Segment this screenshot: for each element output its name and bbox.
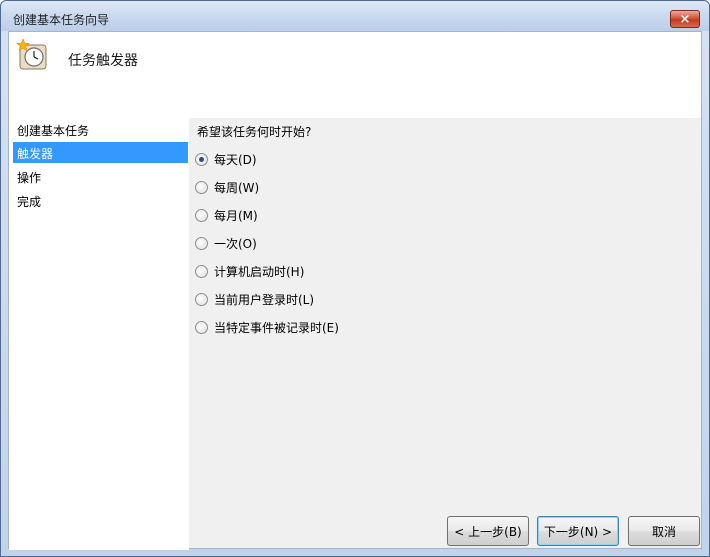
radio-button-icon[interactable]	[195, 180, 208, 194]
radio-once[interactable]: 一次(O)	[195, 234, 257, 252]
window-title: 创建基本任务向导	[13, 13, 110, 27]
wizard-header: 任务触发器	[9, 32, 701, 118]
nav-item-action[interactable]: 操作	[13, 166, 188, 187]
clock-icon	[16, 38, 47, 70]
radio-label[interactable]: 每天(D)	[214, 151, 257, 168]
radio-label[interactable]: 一次(O)	[214, 235, 257, 252]
radio-button-icon[interactable]	[195, 236, 208, 250]
nav-item-create-basic-task[interactable]: 创建基本任务	[13, 119, 188, 140]
radio-button-icon[interactable]	[195, 264, 208, 278]
radio-weekly[interactable]: 每周(W)	[195, 178, 259, 196]
cancel-button[interactable]: 取消	[628, 516, 700, 546]
title-bar[interactable]: 创建基本任务向导 ×	[1, 1, 709, 31]
radio-at-startup[interactable]: 计算机启动时(H)	[195, 262, 304, 280]
back-button[interactable]: < 上一步(B)	[447, 516, 529, 546]
next-button[interactable]: 下一步(N) >	[537, 516, 619, 546]
radio-label[interactable]: 计算机启动时(H)	[214, 263, 304, 280]
wizard-client: 任务触发器 创建基本任务 触发器 操作 完成 希望该任务何时开始? 每天(D) …	[8, 31, 702, 550]
close-button[interactable]: ×	[670, 10, 700, 28]
radio-label[interactable]: 当前用户登录时(L)	[214, 291, 314, 308]
radio-button-icon[interactable]	[195, 320, 208, 334]
trigger-content: 希望该任务何时开始? 每天(D) 每周(W) 每月(M) 一次(O) 计算机启动…	[189, 118, 701, 550]
nav-item-trigger[interactable]: 触发器	[13, 142, 188, 163]
radio-button-icon[interactable]	[195, 152, 208, 166]
radio-on-event[interactable]: 当特定事件被记录时(E)	[195, 318, 339, 336]
radio-button-icon[interactable]	[195, 292, 208, 306]
radio-daily[interactable]: 每天(D)	[195, 150, 257, 168]
radio-label[interactable]: 每周(W)	[214, 179, 259, 196]
radio-label[interactable]: 当特定事件被记录时(E)	[214, 319, 339, 336]
close-icon: ×	[679, 11, 691, 27]
nav-item-finish[interactable]: 完成	[13, 190, 188, 211]
radio-button-icon[interactable]	[195, 208, 208, 222]
radio-monthly[interactable]: 每月(M)	[195, 206, 258, 224]
radio-at-logon[interactable]: 当前用户登录时(L)	[195, 290, 314, 308]
wizard-window: 创建基本任务向导 × 任务触发器 创建基本任务 触发器 操作 完成 希望该任务何…	[0, 0, 710, 557]
page-title: 任务触发器	[68, 53, 138, 69]
radio-label[interactable]: 每月(M)	[214, 207, 258, 224]
wizard-nav: 创建基本任务 触发器 操作 完成	[9, 118, 189, 550]
trigger-question: 希望该任务何时开始?	[197, 125, 312, 139]
